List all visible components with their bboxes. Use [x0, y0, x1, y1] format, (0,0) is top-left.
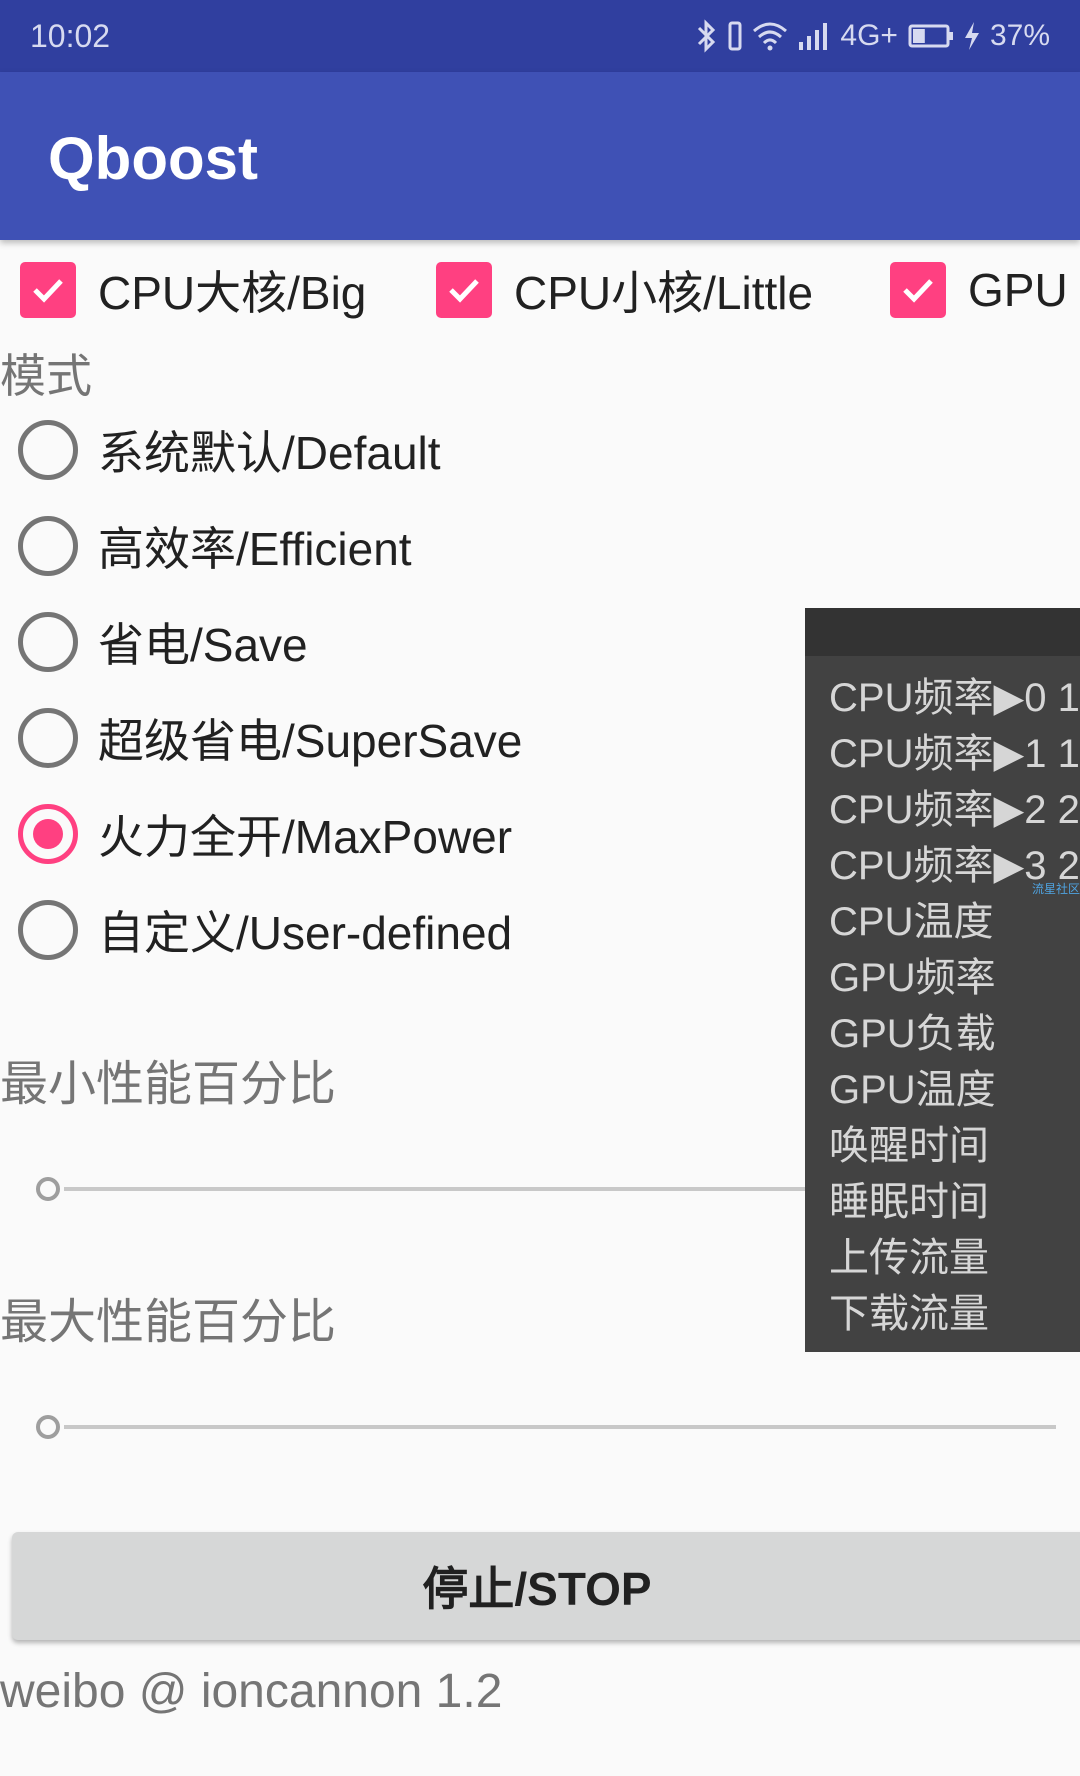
max-perf-slider[interactable] — [36, 1412, 1056, 1442]
checkbox-checked-icon — [436, 262, 492, 318]
min-perf-label: 最小性能百分比 — [0, 1058, 337, 1111]
radio-label: 高效率/Efficient — [98, 523, 412, 575]
radio-default[interactable]: 系统默认/Default — [18, 410, 441, 490]
overlay-sleep-time: 睡眠时间 — [829, 1180, 989, 1224]
overlay-gpu-load: GPU负载 — [829, 1012, 996, 1056]
signal-icon — [798, 22, 830, 50]
radio-efficient[interactable]: 高效率/Efficient — [18, 506, 412, 586]
vibrate-icon — [728, 21, 742, 51]
battery-percent: 37% — [989, 19, 1050, 52]
wifi-icon — [752, 21, 788, 51]
component-checkboxes: CPU大核/Big CPU小核/Little GPU — [0, 252, 1080, 328]
mode-label: 模式 — [0, 350, 92, 402]
checkbox-checked-icon — [890, 262, 946, 318]
radio-unchecked-icon — [18, 420, 78, 480]
radio-label: 火力全开/MaxPower — [98, 811, 513, 863]
max-perf-label: 最大性能百分比 — [0, 1296, 337, 1349]
overlay-drag-bar[interactable] — [805, 608, 1080, 656]
checkbox-label: CPU小核/Little — [514, 267, 814, 319]
overlay-cpu-freq-1: CPU频率▶1 1 — [829, 732, 1080, 776]
stop-button[interactable]: 停止/STOP — [12, 1532, 1080, 1640]
overlay-wake-time: 唤醒时间 — [829, 1124, 989, 1168]
checkbox-label: GPU — [968, 264, 1068, 316]
radio-label: 系统默认/Default — [98, 427, 441, 479]
app-bar: Qboost — [0, 72, 1080, 240]
status-icons: 4G+ 37% — [696, 16, 1050, 56]
app-title: Qboost — [48, 125, 258, 192]
radio-unchecked-icon — [18, 900, 78, 960]
bluetooth-icon — [696, 19, 718, 53]
overlay-gpu-freq: GPU频率 — [829, 956, 996, 1000]
overlay-cpu-temp: CPU温度 — [829, 900, 994, 944]
overlay-upload: 上传流量 — [829, 1236, 989, 1280]
radio-label: 超级省电/SuperSave — [98, 715, 523, 767]
overlay-gpu-temp: GPU温度 — [829, 1068, 996, 1112]
charging-icon — [964, 21, 980, 51]
radio-supersave[interactable]: 超级省电/SuperSave — [18, 698, 522, 778]
overlay-list: CPU频率▶0 1 CPU频率▶1 1 CPU频率▶2 2 CPU频率▶3 2 … — [829, 670, 1080, 1342]
radio-unchecked-icon — [18, 516, 78, 576]
checkbox-label: CPU大核/Big — [98, 267, 367, 319]
watermark: 流星社区 — [1031, 882, 1080, 896]
overlay-cpu-freq-2: CPU频率▶2 2 — [829, 788, 1080, 832]
radio-maxpower[interactable]: 火力全开/MaxPower — [18, 794, 512, 874]
radio-label: 省电/Save — [98, 619, 308, 671]
radio-user-defined[interactable]: 自定义/User-defined — [18, 890, 512, 970]
network-type: 4G+ — [840, 19, 898, 52]
radio-save[interactable]: 省电/Save — [18, 602, 308, 682]
overlay-cpu-freq-0: CPU频率▶0 1 — [829, 676, 1080, 720]
radio-checked-icon — [18, 804, 78, 864]
radio-unchecked-icon — [18, 612, 78, 672]
checkbox-cpu-little[interactable]: CPU小核/Little — [436, 252, 813, 328]
battery-icon — [908, 23, 954, 49]
status-time: 10:02 — [30, 18, 111, 54]
checkbox-cpu-big[interactable]: CPU大核/Big — [20, 252, 366, 328]
checkbox-gpu[interactable]: GPU — [890, 252, 1068, 328]
slider-thumb[interactable] — [36, 1415, 60, 1439]
checkbox-checked-icon — [20, 262, 76, 318]
footer-credit: weibo @ ioncannon 1.2 — [0, 1665, 503, 1718]
slider-thumb[interactable] — [36, 1177, 60, 1201]
monitor-overlay[interactable]: CPU频率▶0 1 CPU频率▶1 1 CPU频率▶2 2 CPU频率▶3 2 … — [805, 608, 1080, 1352]
slider-track — [64, 1425, 1056, 1429]
overlay-download: 下载流量 — [829, 1292, 989, 1336]
radio-label: 自定义/User-defined — [98, 907, 513, 959]
status-bar: 10:02 4G+ 37% — [0, 0, 1080, 72]
radio-unchecked-icon — [18, 708, 78, 768]
